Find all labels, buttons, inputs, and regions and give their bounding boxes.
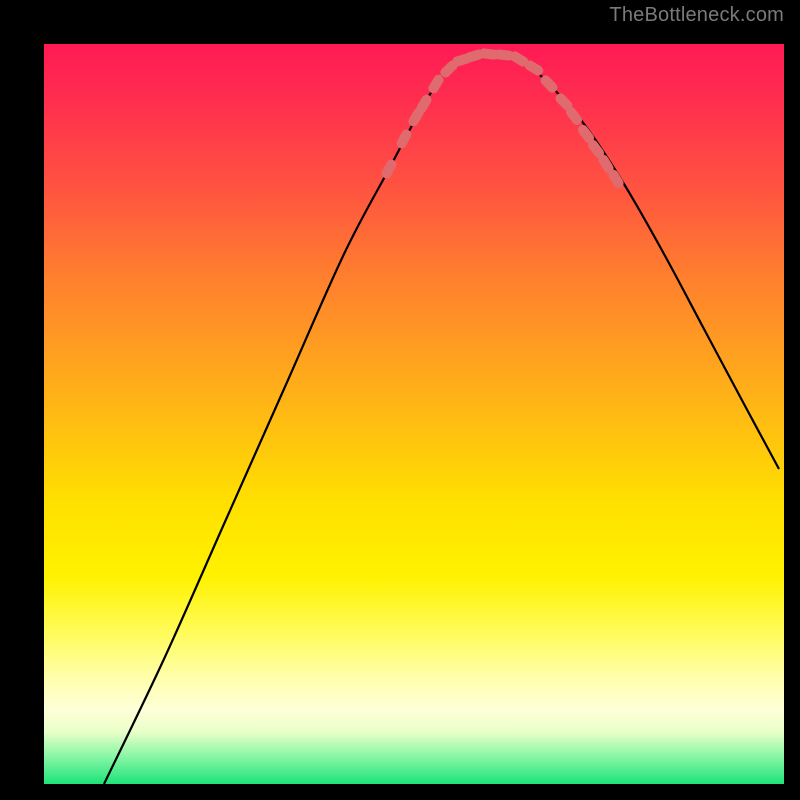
chart-svg [44,44,784,784]
curve-markers [380,48,626,190]
chart-frame [14,14,786,786]
watermark-text: TheBottleneck.com [609,4,784,27]
bottleneck-curve [104,54,779,784]
plot-area [44,44,784,784]
curve-marker [380,158,398,180]
curve-marker [395,128,413,150]
